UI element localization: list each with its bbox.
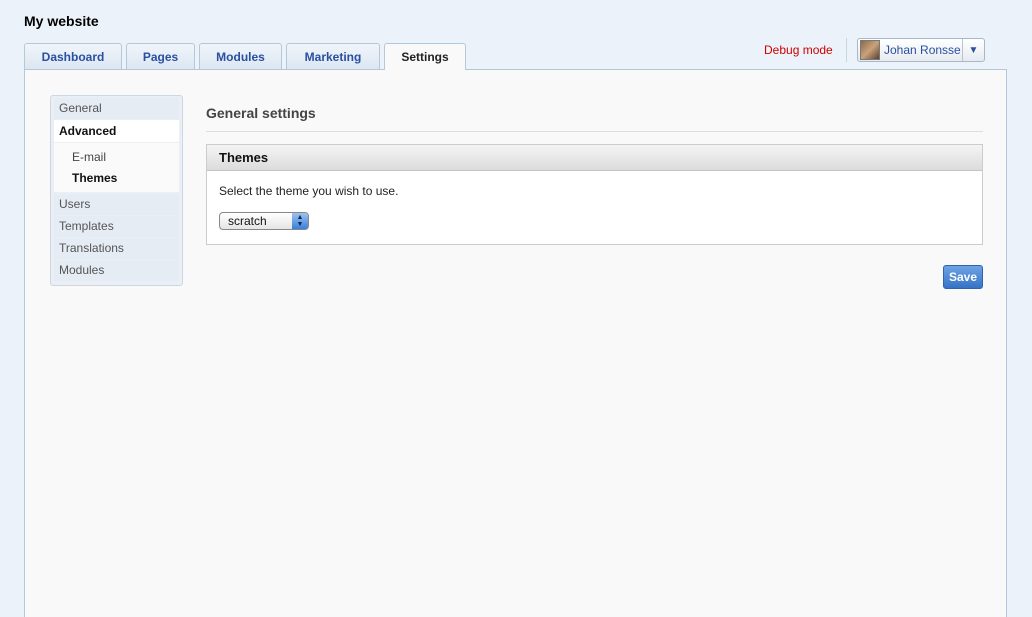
theme-select[interactable]: scratch ▲ ▼: [219, 212, 309, 230]
avatar: [860, 40, 880, 60]
subnav-item-users[interactable]: Users: [54, 194, 179, 215]
page-title: General settings: [206, 105, 983, 132]
theme-select-value[interactable]: scratch: [220, 214, 292, 228]
subnav-item-themes[interactable]: Themes: [54, 168, 179, 189]
user-name[interactable]: Johan Ronsse: [884, 43, 962, 57]
content-panel: General Advanced E-mail Themes Users Tem…: [24, 69, 1007, 617]
user-menu[interactable]: Johan Ronsse ▼: [857, 38, 985, 62]
header-divider: [846, 38, 847, 62]
tab-modules[interactable]: Modules: [199, 43, 282, 69]
subnav-item-email[interactable]: E-mail: [54, 147, 179, 168]
theme-instruction: Select the theme you wish to use.: [219, 184, 399, 198]
subnav-item-translations[interactable]: Translations: [54, 238, 179, 259]
main-section: General settings Themes Select the theme…: [206, 105, 983, 305]
subnav-advanced-children: E-mail Themes: [54, 143, 179, 192]
subnav-item-templates[interactable]: Templates: [54, 216, 179, 237]
subnav-item-advanced[interactable]: Advanced: [54, 120, 179, 142]
chevron-down-icon[interactable]: ▼: [962, 39, 984, 61]
debug-mode-link[interactable]: Debug mode: [764, 43, 833, 57]
tab-dashboard[interactable]: Dashboard: [24, 43, 122, 69]
themes-box-body: Select the theme you wish to use. scratc…: [207, 171, 982, 244]
subnav-item-general[interactable]: General: [54, 98, 179, 119]
form-actions: Save: [206, 245, 983, 305]
themes-box: Themes Select the theme you wish to use.…: [206, 144, 983, 245]
save-button[interactable]: Save: [943, 265, 983, 289]
settings-subnav: General Advanced E-mail Themes Users Tem…: [50, 95, 183, 286]
themes-box-title: Themes: [207, 145, 982, 171]
site-title: My website: [24, 13, 99, 29]
main-tabs: Dashboard Pages Modules Marketing Settin…: [24, 43, 470, 70]
tab-pages[interactable]: Pages: [126, 43, 195, 69]
tab-marketing[interactable]: Marketing: [286, 43, 380, 69]
subnav-item-modules[interactable]: Modules: [54, 260, 179, 281]
select-arrows-icon: ▲ ▼: [292, 213, 308, 229]
tab-settings[interactable]: Settings: [384, 43, 466, 70]
